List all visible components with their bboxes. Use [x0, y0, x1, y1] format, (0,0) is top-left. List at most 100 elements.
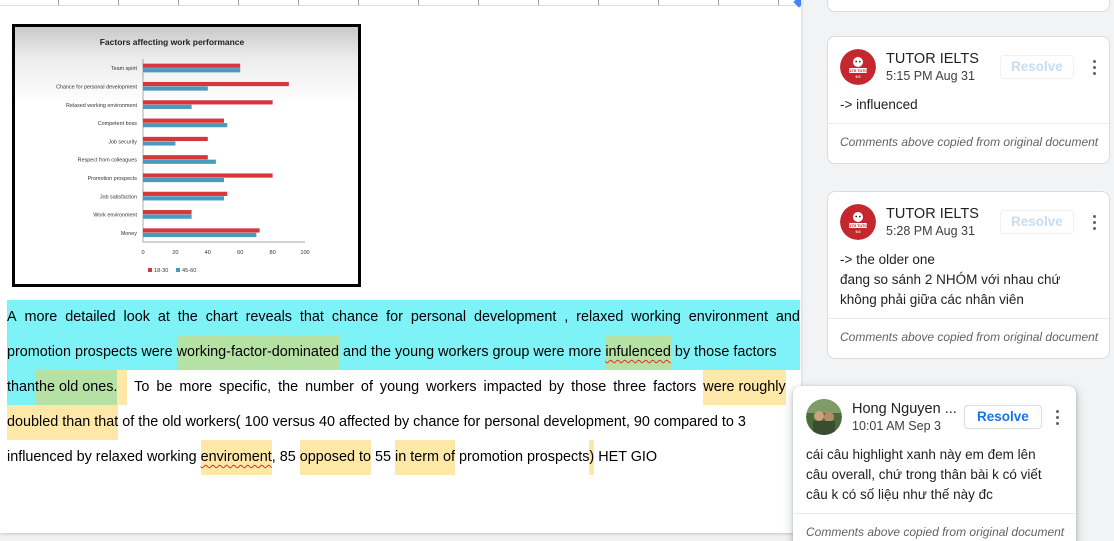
text-word: environment — [688, 309, 768, 325]
comment-card-1[interactable]: IELTS TUTOR 9.0 TUTOR IELTS 5:15 PM Aug … — [827, 36, 1110, 164]
right-indent-marker[interactable] — [793, 0, 801, 8]
text-run: , 85 — [271, 449, 300, 465]
category-label: Work environment — [93, 213, 137, 219]
comment-footer: Comments above copied from original docu… — [828, 318, 1109, 355]
comment-time[interactable]: 5:15 PM Aug 31 — [886, 68, 979, 84]
comment-body: -> the older one đang so sánh 2 NHÓM với… — [840, 250, 1061, 310]
text-word: , — [564, 309, 569, 325]
bar-45-60 — [143, 177, 224, 183]
bar-18-30 — [143, 136, 208, 142]
chart-title: Factors affecting work performance — [100, 37, 245, 47]
text-line-3: than the old ones. To be more specific, … — [7, 370, 800, 405]
text-run: of the old workers( 100 versus 40 affect… — [118, 414, 746, 430]
highlighted-phrase[interactable]: were roughly — [703, 370, 786, 405]
more-options-icon[interactable] — [1086, 212, 1102, 232]
resolve-button[interactable]: Resolve — [1000, 210, 1074, 234]
highlighted-phrase[interactable]: opposed to — [299, 440, 372, 475]
text-word: relaxed — [576, 309, 624, 325]
misspelled-word[interactable]: infulenced — [605, 335, 671, 370]
bar-18-30 — [143, 63, 241, 68]
comment-author: Hong Nguyen ... — [852, 401, 957, 417]
x-tick-label: 40 — [205, 250, 211, 256]
tutor-avatar[interactable]: IELTS TUTOR 9.0 — [840, 49, 876, 85]
legend-swatch — [148, 268, 152, 272]
bar-45-60 — [143, 123, 228, 128]
comment-text-line: câu overall, chứ trong thân bài k có viế… — [806, 467, 1042, 482]
bar-45-60 — [143, 86, 208, 91]
text-word: for — [386, 309, 403, 325]
bar-18-30 — [143, 210, 192, 215]
comment-card-2[interactable]: IELTS TUTOR 9.0 TUTOR IELTS 5:28 PM Aug … — [827, 191, 1110, 359]
tutor-avatar[interactable]: IELTS TUTOR 9.0 — [840, 204, 876, 240]
text-word: and — [775, 309, 800, 325]
svg-text:9.0: 9.0 — [856, 230, 861, 234]
text-word: development — [473, 309, 557, 325]
text-run: 55 — [371, 449, 396, 465]
bar-18-30 — [143, 173, 273, 178]
bar-18-30 — [143, 118, 224, 123]
misspelled-word[interactable]: enviroment — [200, 440, 272, 475]
text-word: personal — [410, 309, 467, 325]
category-label: Respect from colleagues — [78, 158, 138, 164]
text-word: look — [123, 309, 150, 325]
category-label: Job security — [108, 139, 137, 145]
text-run: promotion prospects were — [7, 344, 177, 360]
highlighted-phrase[interactable]: working-factor-dominated — [176, 335, 339, 370]
bar-18-30 — [143, 191, 228, 196]
bar-18-30 — [143, 155, 208, 160]
text-word: detailed — [65, 309, 116, 325]
comment-time[interactable]: 5:28 PM Aug 31 — [886, 223, 979, 239]
text-word: chart — [205, 309, 238, 325]
comment-card-previous[interactable] — [827, 0, 1110, 12]
text-run: by those factors — [670, 344, 777, 360]
bar-45-60 — [143, 196, 224, 201]
category-label: Job satisfaction — [100, 194, 137, 200]
bar-45-60 — [143, 232, 257, 238]
resolve-button[interactable]: Resolve — [964, 405, 1042, 429]
highlighted-phrase[interactable]: in term of — [395, 440, 456, 475]
bar-45-60 — [143, 68, 241, 73]
text-run: promotion prospects — [455, 449, 590, 465]
comment-author: TUTOR IELTS — [886, 206, 979, 222]
more-options-icon[interactable] — [1049, 407, 1065, 427]
document-page[interactable]: Factors affecting work performance Team … — [0, 0, 801, 533]
svg-text:IELTS TUTOR: IELTS TUTOR — [846, 224, 870, 228]
x-tick-label: 60 — [237, 250, 243, 256]
text-word: A — [7, 309, 17, 325]
more-options-icon[interactable] — [1086, 57, 1102, 77]
user-avatar[interactable] — [806, 399, 842, 435]
text-run: influenced by relaxed working — [7, 449, 201, 465]
highlighted-phrase[interactable]: doubled than that — [7, 405, 119, 440]
text-line-4: doubled than that of the old workers( 10… — [7, 405, 800, 440]
text-word: reveals — [245, 309, 292, 325]
resolve-button[interactable]: Resolve — [1000, 55, 1074, 79]
bar-45-60 — [143, 104, 192, 109]
x-tick-label: 20 — [172, 250, 178, 256]
x-tick-label: 80 — [269, 250, 275, 256]
category-label: Promotion prospects — [88, 176, 138, 182]
highlighted-phrase[interactable]: the old ones. — [35, 370, 118, 405]
legend-swatch — [176, 268, 180, 272]
text-run: To be more specific, the number of young… — [127, 379, 704, 395]
chart-image[interactable]: Factors affecting work performance Team … — [12, 24, 361, 287]
comment-text-line: cái câu highlight xanh này em đem lên — [806, 447, 1036, 462]
docs-workspace: Factors affecting work performance Team … — [0, 0, 1114, 541]
svg-text:IELTS TUTOR: IELTS TUTOR — [846, 69, 870, 73]
x-tick-label: 0 — [141, 250, 144, 256]
text-word: more — [24, 309, 58, 325]
text-run: and the young workers group were more — [338, 344, 606, 360]
text-word: that — [299, 309, 324, 325]
comment-time[interactable]: 10:01 AM Sep 3 — [852, 418, 957, 434]
category-label: Competent boss — [98, 121, 138, 127]
comment-body: -> influenced — [840, 95, 918, 115]
comment-card-3[interactable]: Hong Nguyen ... 10:01 AM Sep 3 Resolve c… — [793, 386, 1076, 541]
horizontal-ruler[interactable] — [0, 0, 801, 8]
legend-label: 18-30 — [154, 268, 168, 274]
text-line-1: Amore detailed look at the chart reveals that ch… — [7, 300, 800, 335]
bar-45-60 — [143, 214, 192, 219]
comment-text-line: đang so sánh 2 NHÓM với nhau chứ — [840, 272, 1061, 287]
text-run: HET GIO — [594, 449, 658, 465]
bar-18-30 — [143, 100, 273, 105]
comment-text-line: -> the older one — [840, 252, 935, 267]
x-tick-label: 100 — [300, 250, 309, 256]
